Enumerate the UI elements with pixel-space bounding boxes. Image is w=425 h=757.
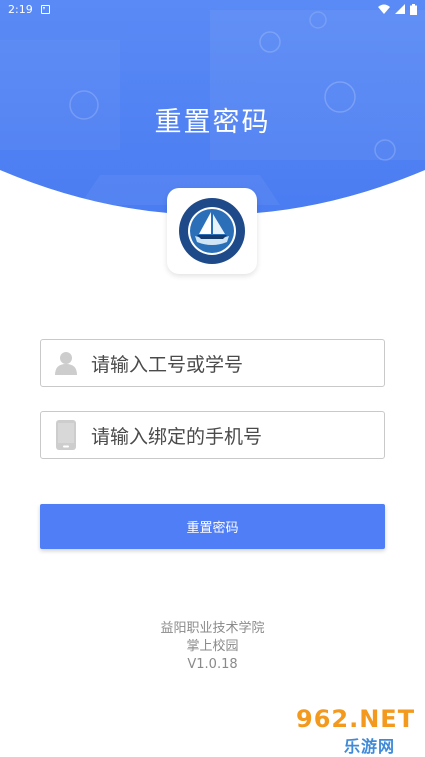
wifi-icon <box>378 4 390 14</box>
phone-number-input[interactable]: 请输入绑定的手机号 <box>40 411 385 459</box>
signal-icon <box>395 4 405 14</box>
reset-password-button[interactable]: 重置密码 <box>40 504 385 549</box>
user-icon <box>41 340 91 386</box>
download-icon <box>40 4 50 14</box>
staff-or-student-id-input[interactable]: 请输入工号或学号 <box>40 339 385 387</box>
school-name: 益阳职业技术学院 <box>160 621 265 636</box>
app-version: V1.0.18 <box>187 657 238 672</box>
reset-password-screen: 重置密码 2:19 请输入工号或学号 请输入绑定的手机号 重置密码 益阳职业技术… <box>0 0 425 757</box>
footer: 益阳职业技术学院 掌上校园 V1.0.18 <box>0 620 425 674</box>
page-title: 重置密码 <box>154 107 271 138</box>
watermark-bottom: 乐游网 <box>344 737 396 756</box>
staff-id-placeholder: 请输入工号或学号 <box>91 353 244 376</box>
phone-placeholder: 请输入绑定的手机号 <box>91 425 263 448</box>
phone-icon <box>41 412 91 458</box>
status-bar: 2:19 <box>0 0 425 18</box>
status-time: 2:19 <box>8 2 33 16</box>
battery-icon <box>410 3 417 15</box>
school-logo <box>179 198 245 264</box>
watermark-top: 962.NET <box>296 705 416 733</box>
site-watermark: 962.NET 乐游网 <box>286 703 420 756</box>
school-logo-card <box>167 188 257 274</box>
app-name: 掌上校园 <box>186 639 239 654</box>
